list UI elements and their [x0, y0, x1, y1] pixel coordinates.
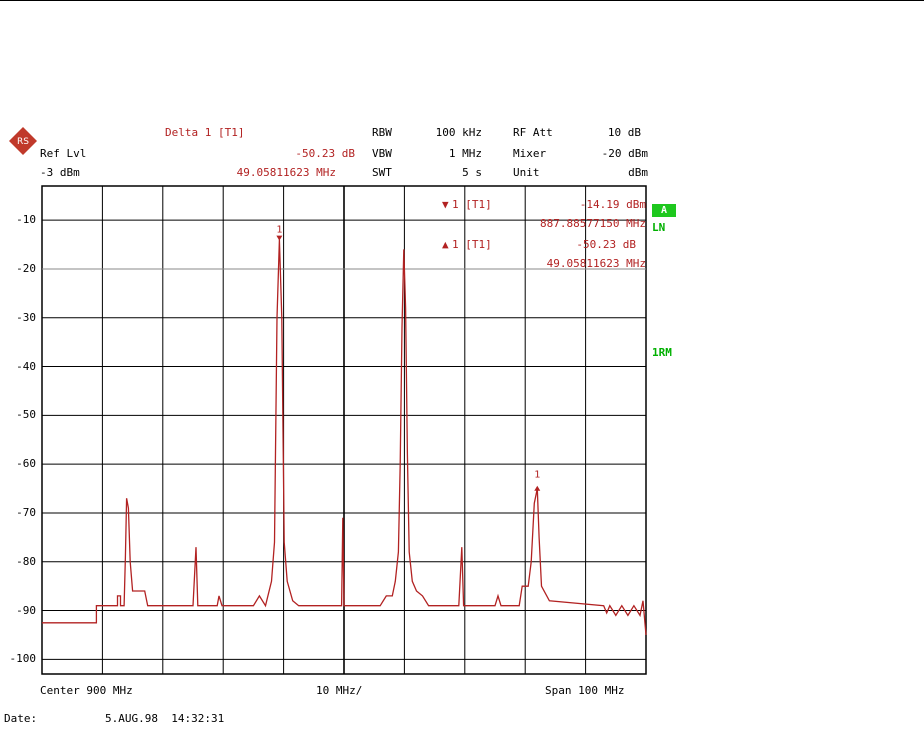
- y-tick-label: -20: [16, 261, 36, 275]
- division-width: 10 MHz/: [316, 684, 363, 697]
- y-tick-label: -80: [16, 554, 36, 568]
- y-tick-label: -10: [16, 213, 36, 227]
- marker-symbol: [276, 235, 283, 241]
- spectrum-plot: 11: [41, 185, 647, 675]
- center-frequency: Center 900 MHz: [40, 684, 133, 697]
- delta1-symbol: ▲: [442, 238, 449, 251]
- marker1-label: 1 [T1]: [452, 198, 492, 211]
- y-tick-label: -30: [16, 310, 36, 324]
- rm-indicator: 1RM: [652, 346, 672, 359]
- marker-label: 1: [276, 225, 282, 236]
- span-frequency: Span 100 MHz: [545, 684, 625, 697]
- y-tick-label: -70: [16, 505, 36, 519]
- marker-symbol: [534, 485, 541, 491]
- y-tick-label: -100: [9, 652, 37, 666]
- ln-indicator: LN: [652, 221, 666, 234]
- date-value: 5.AUG.98 14:32:31: [105, 712, 225, 725]
- delta1-frequency: 49.05811623 MHz: [546, 257, 646, 270]
- y-tick-label: -40: [16, 359, 36, 373]
- delta1-level: -50.23 dB: [576, 238, 636, 251]
- trace-a-badge: A: [652, 204, 676, 217]
- y-tick-label: -90: [16, 603, 36, 617]
- marker1-frequency: 887.88577150 MHz: [540, 217, 646, 230]
- marker1-level: -14.19 dBm: [579, 198, 646, 211]
- y-tick-label: -60: [16, 457, 36, 471]
- delta1-label: 1 [T1]: [452, 238, 492, 251]
- marker-label: 1: [534, 470, 540, 481]
- date-label: Date:: [4, 712, 38, 725]
- marker1-symbol: ▼: [442, 198, 449, 211]
- y-tick-label: -50: [16, 408, 36, 422]
